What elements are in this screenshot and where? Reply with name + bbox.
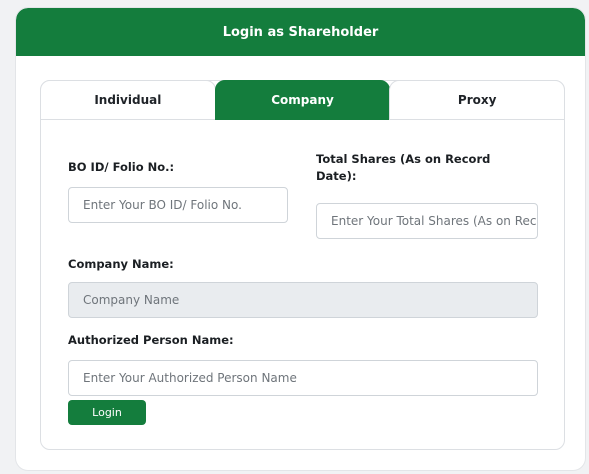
total-shares-input[interactable]: Enter Your Total Shares (As on Record Da… <box>316 203 538 239</box>
tab-label: Individual <box>94 93 162 107</box>
tab-bar: Individual Company Proxy <box>40 80 566 121</box>
login-button[interactable]: Login <box>68 400 146 425</box>
tab-label: Proxy <box>457 93 497 107</box>
total-shares-label: Total Shares (As on Record Date): <box>316 152 491 183</box>
bo-id-placeholder: Enter Your BO ID/ Folio No. <box>83 198 242 212</box>
authorized-person-placeholder: Enter Your Authorized Person Name <box>83 371 297 385</box>
tab-proxy[interactable]: Proxy <box>389 80 566 120</box>
tab-panel: Individual Company Proxy BO ID/ Folio No… <box>40 80 566 450</box>
tab-individual[interactable]: Individual <box>40 80 216 120</box>
login-card: Login as Shareholder Individual Company … <box>16 8 585 470</box>
authorized-person-input[interactable]: Enter Your Authorized Person Name <box>68 360 538 396</box>
authorized-person-label: Authorized Person Name: <box>68 333 234 347</box>
header-title: Login as Shareholder <box>222 24 379 40</box>
bo-id-input[interactable]: Enter Your BO ID/ Folio No. <box>68 187 288 223</box>
tab-label: Company <box>271 93 334 107</box>
company-name-placeholder: Company Name <box>83 293 180 307</box>
company-name-label: Company Name: <box>68 257 174 271</box>
total-shares-placeholder: Enter Your Total Shares (As on Record Da… <box>331 214 537 228</box>
card-header: Login as Shareholder <box>16 8 585 56</box>
company-name-input: Company Name <box>68 282 538 318</box>
bo-id-label: BO ID/ Folio No.: <box>68 160 175 174</box>
tab-company[interactable]: Company <box>214 80 391 120</box>
